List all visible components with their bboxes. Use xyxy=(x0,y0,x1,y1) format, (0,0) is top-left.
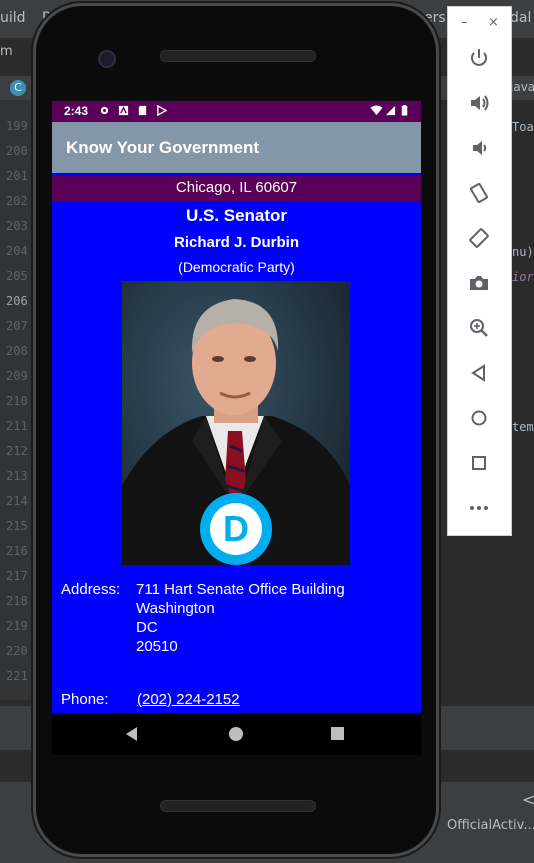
line-number: 220 xyxy=(6,644,28,658)
power-icon[interactable] xyxy=(466,47,492,73)
line-number: 216 xyxy=(6,544,28,558)
earpiece-speaker xyxy=(160,50,316,62)
more-icon[interactable] xyxy=(466,497,492,523)
logo-letter: D xyxy=(223,508,249,549)
class-icon: C xyxy=(10,80,26,96)
line-number: 214 xyxy=(6,494,28,508)
front-camera xyxy=(98,50,116,68)
line-number: 210 xyxy=(6,394,28,408)
phone-number-link[interactable]: (202) 224-2152 xyxy=(137,691,240,708)
address-line[interactable]: 711 Hart Senate Office Building xyxy=(136,581,345,598)
volume-up-icon[interactable] xyxy=(466,92,492,118)
line-number: 201 xyxy=(6,169,28,183)
app-title: Know Your Government xyxy=(66,138,260,157)
accessibility-icon xyxy=(118,105,129,116)
line-number: 202 xyxy=(6,194,28,208)
back-icon[interactable] xyxy=(466,362,492,388)
rotate-right-icon[interactable] xyxy=(466,227,492,253)
app-screen: 2:43 Know Your Government Chicago, IL 60… xyxy=(52,101,421,713)
signal-icon xyxy=(385,105,396,116)
breadcrumb[interactable]: m xyxy=(0,44,13,59)
status-bar: 2:43 xyxy=(52,101,421,122)
menu-partial-2[interactable]: dal xyxy=(510,10,531,26)
line-number: 215 xyxy=(6,519,28,533)
line-number: 209 xyxy=(6,369,28,383)
line-number: 205 xyxy=(6,269,28,283)
line-number: 211 xyxy=(6,419,28,433)
party-label: (Democratic Party) xyxy=(178,259,295,275)
tab-java[interactable]: java xyxy=(510,80,534,94)
line-number: 212 xyxy=(6,444,28,458)
rotate-left-icon[interactable] xyxy=(466,182,492,208)
address-line[interactable]: DC xyxy=(136,619,158,636)
bottom-speaker xyxy=(160,800,316,812)
volume-down-icon[interactable] xyxy=(466,137,492,163)
office-title: U.S. Senator xyxy=(185,206,288,225)
address-label: Address: xyxy=(61,581,121,598)
minimize-button[interactable]: – xyxy=(461,15,468,30)
wifi-icon xyxy=(370,105,383,116)
back-icon[interactable] xyxy=(126,727,137,741)
address-line[interactable]: 20510 xyxy=(136,638,178,655)
line-number: 221 xyxy=(6,669,28,683)
menu-build[interactable]: uild xyxy=(0,10,26,26)
code-fragment: ior xyxy=(512,270,534,284)
line-gutter: 199 200 201 202 203 204 205 206 207 208 … xyxy=(0,100,38,700)
democratic-party-logo[interactable]: D xyxy=(200,493,272,565)
line-number: 207 xyxy=(6,319,28,333)
line-number: 218 xyxy=(6,594,28,608)
phone-label: Phone: xyxy=(61,691,109,708)
logo-inner-circle: D xyxy=(210,503,262,555)
overview-icon[interactable] xyxy=(466,452,492,478)
sd-card-icon xyxy=(138,105,147,116)
chevron-left-icon[interactable]: < xyxy=(522,790,534,809)
line-number: 217 xyxy=(6,569,28,583)
code-fragment: Toa xyxy=(512,120,534,134)
official-name: Richard J. Durbin xyxy=(173,234,300,251)
phone-frame: 2:43 Know Your Government Chicago, IL 60… xyxy=(36,6,436,854)
address-line[interactable]: Washington xyxy=(136,600,215,617)
android-nav-bar xyxy=(52,713,421,755)
line-number-current: 206 xyxy=(6,294,28,308)
code-fragment: nu) xyxy=(512,245,534,259)
line-number: 200 xyxy=(6,144,28,158)
line-number: 208 xyxy=(6,344,28,358)
recents-icon[interactable] xyxy=(331,727,344,740)
home-icon[interactable] xyxy=(466,407,492,433)
home-icon[interactable] xyxy=(229,727,243,741)
line-number: 213 xyxy=(6,469,28,483)
settings-icon xyxy=(100,106,109,115)
code-fragment: tem xyxy=(512,420,534,434)
line-number: 219 xyxy=(6,619,28,633)
play-store-icon xyxy=(157,105,167,116)
status-time: 2:43 xyxy=(64,104,89,118)
line-number: 199 xyxy=(6,119,28,133)
zoom-icon[interactable] xyxy=(466,317,492,343)
status-filename[interactable]: OfficialActiv... xyxy=(447,818,534,833)
menu-partial[interactable]: ers xyxy=(424,10,446,26)
emulator-toolbar: – × xyxy=(447,6,512,536)
app-toolbar: Know Your Government xyxy=(52,122,421,173)
battery-icon xyxy=(401,105,408,116)
line-number: 203 xyxy=(6,219,28,233)
line-number: 204 xyxy=(6,244,28,258)
close-button[interactable]: × xyxy=(488,15,499,30)
camera-icon[interactable] xyxy=(466,272,492,298)
location-bar: Chicago, IL 60607 xyxy=(52,175,421,202)
